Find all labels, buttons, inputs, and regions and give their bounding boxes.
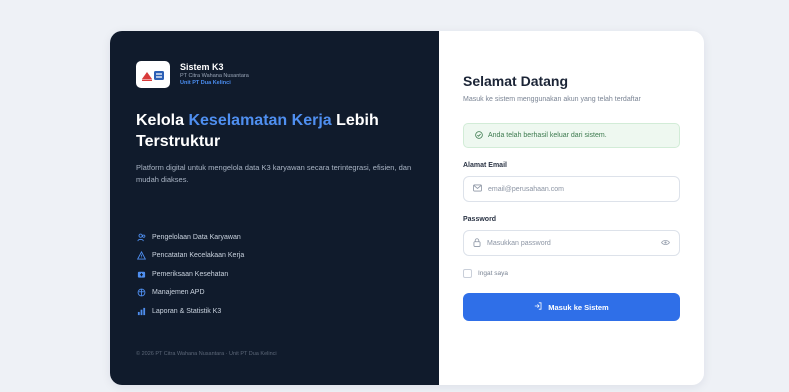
hero-description: Platform digital untuk mengelola data K3… bbox=[136, 163, 412, 184]
login-button-label: Masuk ke Sistem bbox=[548, 302, 609, 312]
feature-item: Manajemen APD bbox=[136, 284, 244, 303]
login-subtitle: Masuk ke sistem menggunakan akun yang te… bbox=[463, 96, 641, 103]
check-circle-icon bbox=[475, 130, 483, 141]
remember-me[interactable]: Ingat saya bbox=[463, 269, 680, 278]
feature-item: Pencatatan Kecelakaan Kerja bbox=[136, 247, 244, 266]
login-card: Sistem K3 PT Citra Wahana Nusantara Unit… bbox=[110, 31, 704, 385]
email-label: Alamat Email bbox=[463, 162, 507, 169]
alert-message: Anda telah berhasil keluar dari sistem. bbox=[488, 132, 607, 139]
email-field[interactable]: email@perusahaan.com bbox=[463, 176, 680, 202]
medical-icon bbox=[136, 269, 146, 279]
hero-headline: Kelola Keselamatan Kerja Lebih Terstrukt… bbox=[136, 112, 379, 150]
chart-icon bbox=[136, 306, 146, 316]
warning-icon bbox=[136, 251, 146, 261]
remember-checkbox[interactable] bbox=[463, 269, 472, 278]
feature-item: Pemeriksaan Kesehatan bbox=[136, 265, 244, 284]
feature-list: Pengelolaan Data Karyawan Pencatatan Kec… bbox=[136, 228, 244, 321]
users-icon bbox=[136, 232, 146, 242]
email-placeholder: email@perusahaan.com bbox=[488, 185, 564, 193]
lock-icon bbox=[473, 237, 481, 249]
login-icon bbox=[534, 302, 542, 312]
login-panel: Selamat Datang Masuk ke sistem menggunak… bbox=[439, 31, 704, 385]
eye-icon[interactable] bbox=[661, 239, 670, 248]
mail-icon bbox=[473, 184, 482, 194]
password-label: Password bbox=[463, 216, 497, 223]
login-submit-button[interactable]: Masuk ke Sistem bbox=[463, 293, 680, 321]
password-placeholder: Masukkan password bbox=[487, 239, 551, 247]
company-logo bbox=[136, 61, 170, 88]
shield-icon bbox=[136, 288, 146, 298]
brand: Sistem K3 PT Citra Wahana Nusantara Unit… bbox=[136, 61, 413, 88]
app-name: Sistem K3 bbox=[180, 62, 224, 72]
feature-item: Laporan & Statistik K3 bbox=[136, 302, 244, 321]
remember-label: Ingat saya bbox=[478, 270, 508, 277]
footer-copyright: © 2026 PT Citra Wahana Nusantara · Unit … bbox=[136, 351, 277, 357]
login-title: Selamat Datang bbox=[463, 73, 569, 89]
logout-success-alert: Anda telah berhasil keluar dari sistem. bbox=[463, 123, 680, 148]
feature-item: Pengelolaan Data Karyawan bbox=[136, 228, 244, 247]
hero-panel: Sistem K3 PT Citra Wahana Nusantara Unit… bbox=[110, 31, 439, 385]
company-name: PT Citra Wahana Nusantara bbox=[180, 73, 249, 79]
unit-name: Unit PT Dua Kelinci bbox=[180, 80, 231, 86]
headline-highlight: Keselamatan Kerja bbox=[188, 112, 332, 129]
password-field[interactable]: Masukkan password bbox=[463, 230, 680, 256]
